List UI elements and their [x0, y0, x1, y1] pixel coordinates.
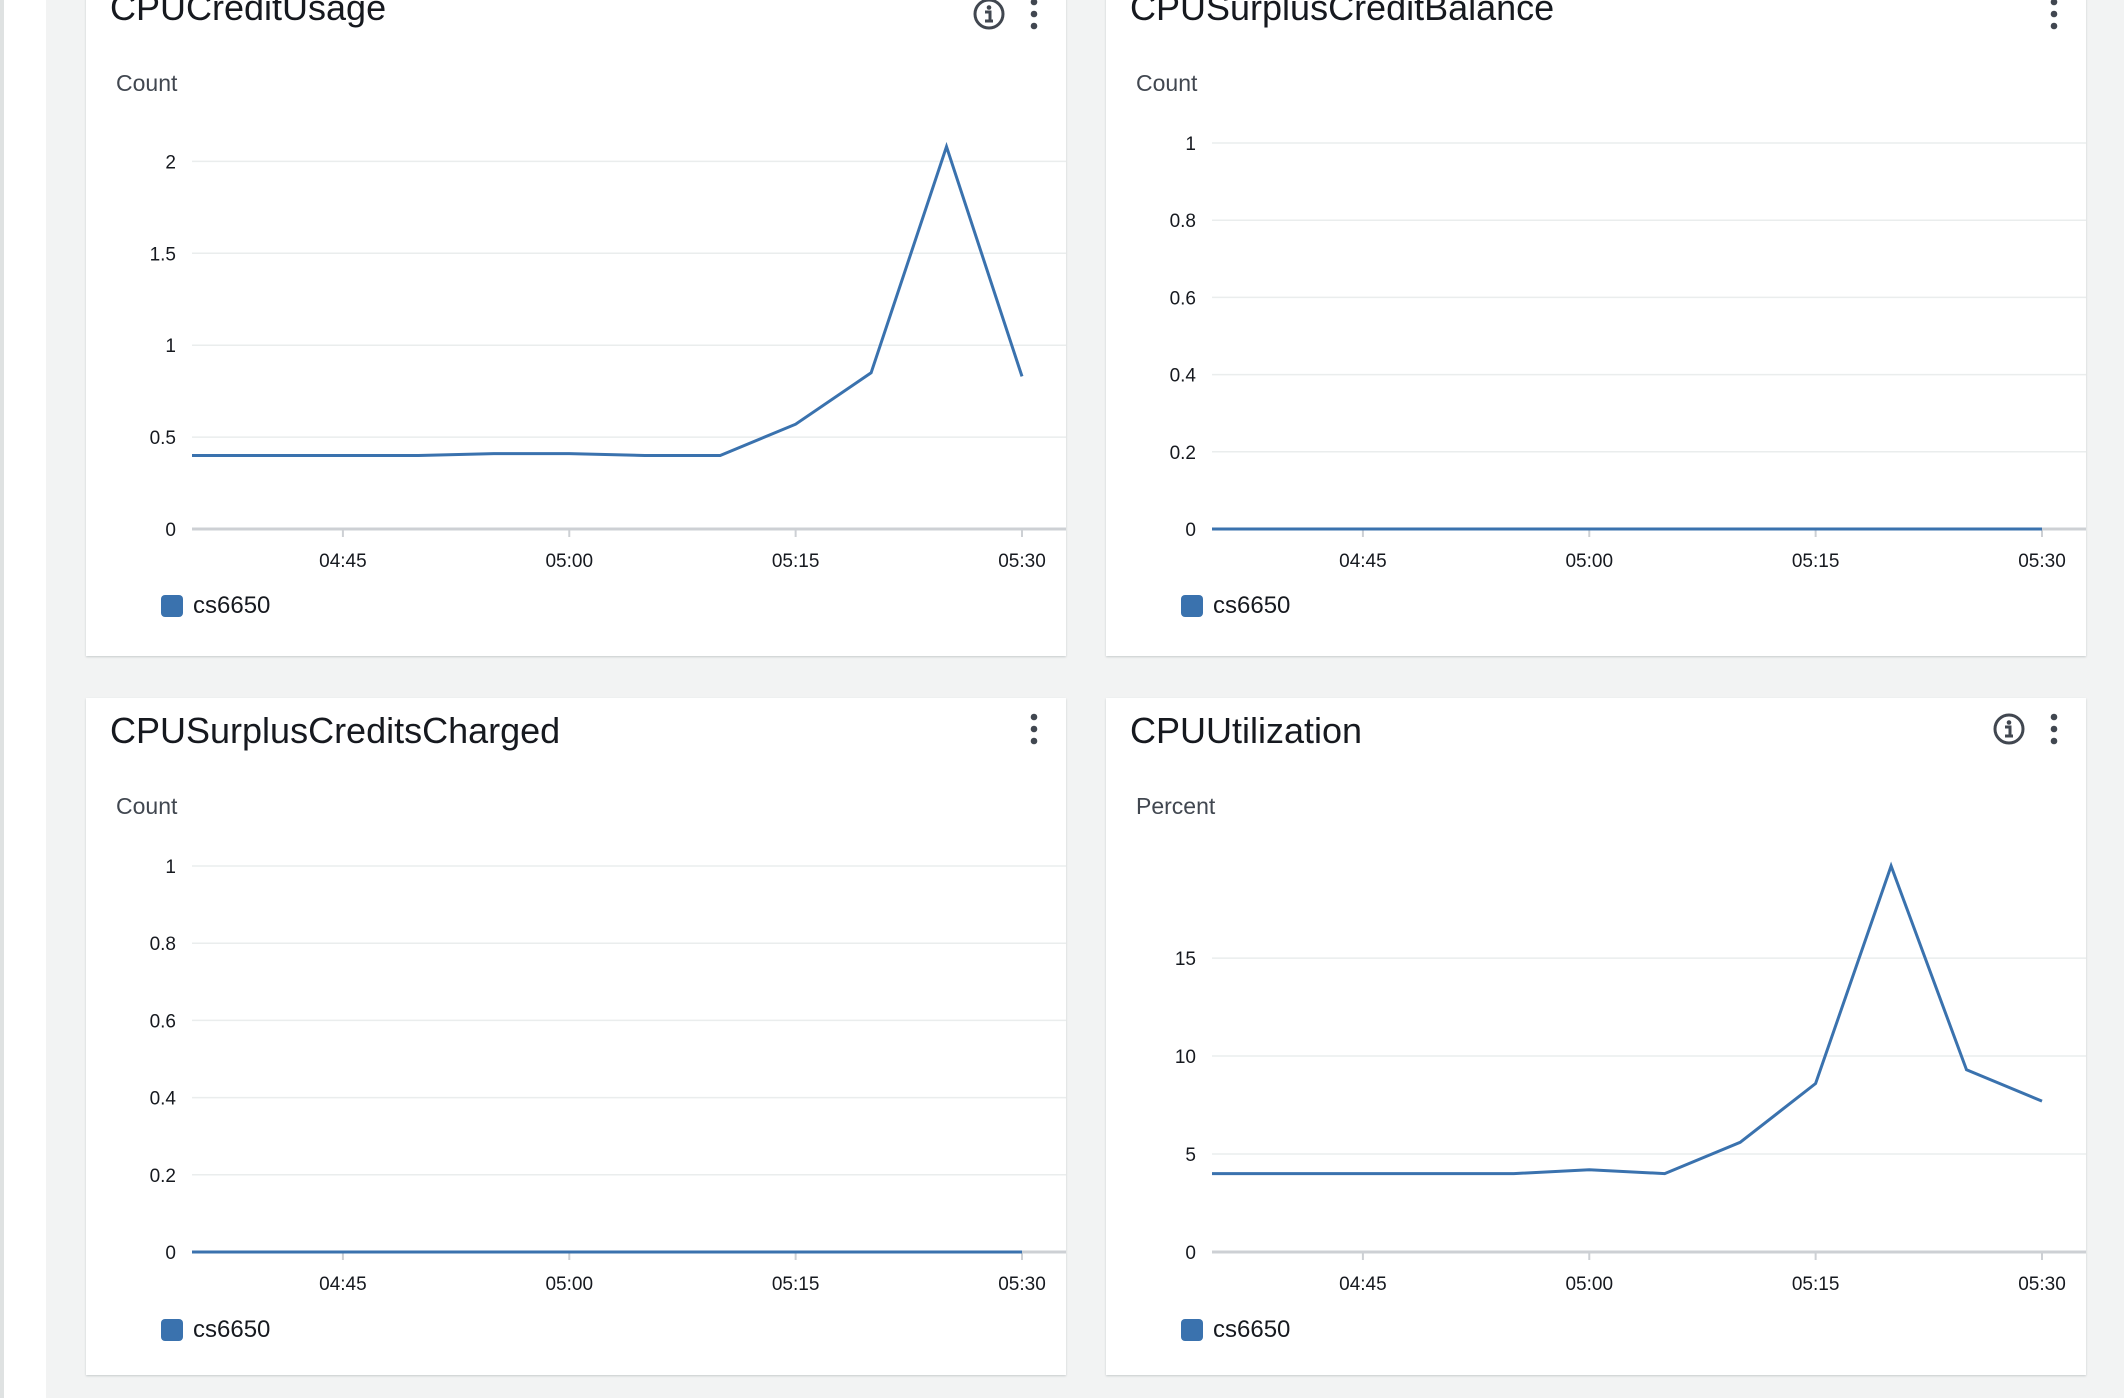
x-tick-label: 05:00 [1565, 1274, 1613, 1295]
y-tick-label: 0.8 [150, 934, 176, 955]
series-line [192, 141, 1024, 457]
y-axis-unit-label: Percent [1136, 793, 1216, 819]
y-tick-label: 0 [1185, 520, 1196, 541]
legend-swatch [161, 595, 183, 617]
y-tick-label: 0.4 [1170, 366, 1197, 387]
legend-item[interactable]: cs6650 [161, 592, 270, 620]
series-line [1212, 861, 2043, 1176]
legend-label: cs6650 [1213, 1316, 1291, 1343]
x-tick-label: 05:30 [2018, 551, 2066, 572]
y-axis-unit-label: Count [1136, 70, 1198, 96]
x-tick-label: 05:15 [1792, 1274, 1840, 1295]
y-tick-label: 0 [165, 520, 176, 541]
y-tick-label: 0.2 [150, 1166, 176, 1187]
x-tick-label: 05:30 [998, 551, 1046, 572]
x-tick-label: 04:45 [1339, 551, 1387, 572]
y-axis-unit-label: Count [116, 793, 178, 819]
y-tick-label: 5 [1185, 1145, 1196, 1166]
y-tick-label: 10 [1175, 1047, 1196, 1068]
widget-cpu-credit-usage: CPUCreditUsage Count 0 0.5 1 1.5 2 04:45 05:00 0… [86, 0, 1066, 656]
widget-cpu-utilization: CPUUtilization Percent 0 5 10 15 04:45 05:00 05… [1106, 698, 2086, 1375]
x-tick-label: 05:30 [998, 1274, 1046, 1295]
legend-label: cs6650 [193, 592, 271, 619]
y-tick-label: 0.2 [1170, 443, 1196, 464]
x-tick-label: 04:45 [319, 1274, 367, 1295]
y-axis-unit-label: Count [116, 70, 178, 96]
x-tick-label: 05:15 [772, 1274, 820, 1295]
x-tick-label: 04:45 [319, 551, 367, 572]
y-tick-label: 2 [165, 152, 176, 173]
y-tick-label: 0.8 [1170, 211, 1196, 232]
y-tick-label: 0 [1185, 1243, 1196, 1264]
widget-cpu-surplus-credit-balance: CPUSurplusCreditBalance Count 0 0.2 0.4 0.6 0… [1106, 0, 2086, 656]
y-tick-label: 0.6 [150, 1011, 176, 1032]
legend-item[interactable]: cs6650 [1181, 592, 1290, 620]
y-tick-label: 1 [1185, 134, 1196, 155]
x-tick-label: 05:15 [1792, 551, 1840, 572]
x-tick-label: 05:00 [1565, 551, 1613, 572]
x-tick-label: 04:45 [1339, 1274, 1387, 1295]
x-tick-label: 05:15 [772, 551, 820, 572]
legend-label: cs6650 [1213, 592, 1291, 619]
legend-swatch [1181, 1319, 1203, 1341]
legend-swatch [1181, 595, 1203, 617]
y-tick-label: 0.5 [150, 428, 176, 449]
legend-label: cs6650 [193, 1316, 271, 1343]
x-tick-label: 05:00 [545, 1274, 593, 1295]
line-chart[interactable]: Count 0 0.5 1 1.5 2 04:45 05:00 05:15 05:30 [86, 0, 1066, 656]
legend-swatch [161, 1319, 183, 1341]
widget-cpu-surplus-credits-charged: CPUSurplusCreditsCharged Count 0 0.2 0.4 0.6… [86, 698, 1066, 1375]
x-tick-label: 05:00 [545, 551, 593, 572]
y-tick-label: 1 [165, 336, 176, 357]
line-chart[interactable]: Count 0 0.2 0.4 0.6 0.8 1 04:45 05:00 05:15 05:30 [1106, 0, 2086, 656]
dashboard-page: CPUCreditUsage Count 0 0.5 1 1.5 2 04:45 05:00 0… [0, 0, 2124, 1398]
y-tick-label: 0.6 [1170, 288, 1196, 309]
x-tick-label: 05:30 [2018, 1274, 2066, 1295]
legend-item[interactable]: cs6650 [161, 1316, 270, 1344]
line-chart[interactable]: Percent 0 5 10 15 04:45 05:00 05:15 05:30 [1106, 698, 2086, 1375]
y-tick-label: 1.5 [150, 244, 176, 265]
y-tick-label: 0 [165, 1243, 176, 1264]
legend-item[interactable]: cs6650 [1181, 1316, 1290, 1344]
y-tick-label: 1 [165, 857, 176, 878]
left-gutter [4, 0, 46, 1398]
y-tick-label: 15 [1175, 949, 1196, 970]
y-tick-label: 0.4 [150, 1089, 177, 1110]
line-chart[interactable]: Count 0 0.2 0.4 0.6 0.8 1 04:45 05:00 05:15 05:30 [86, 698, 1066, 1375]
